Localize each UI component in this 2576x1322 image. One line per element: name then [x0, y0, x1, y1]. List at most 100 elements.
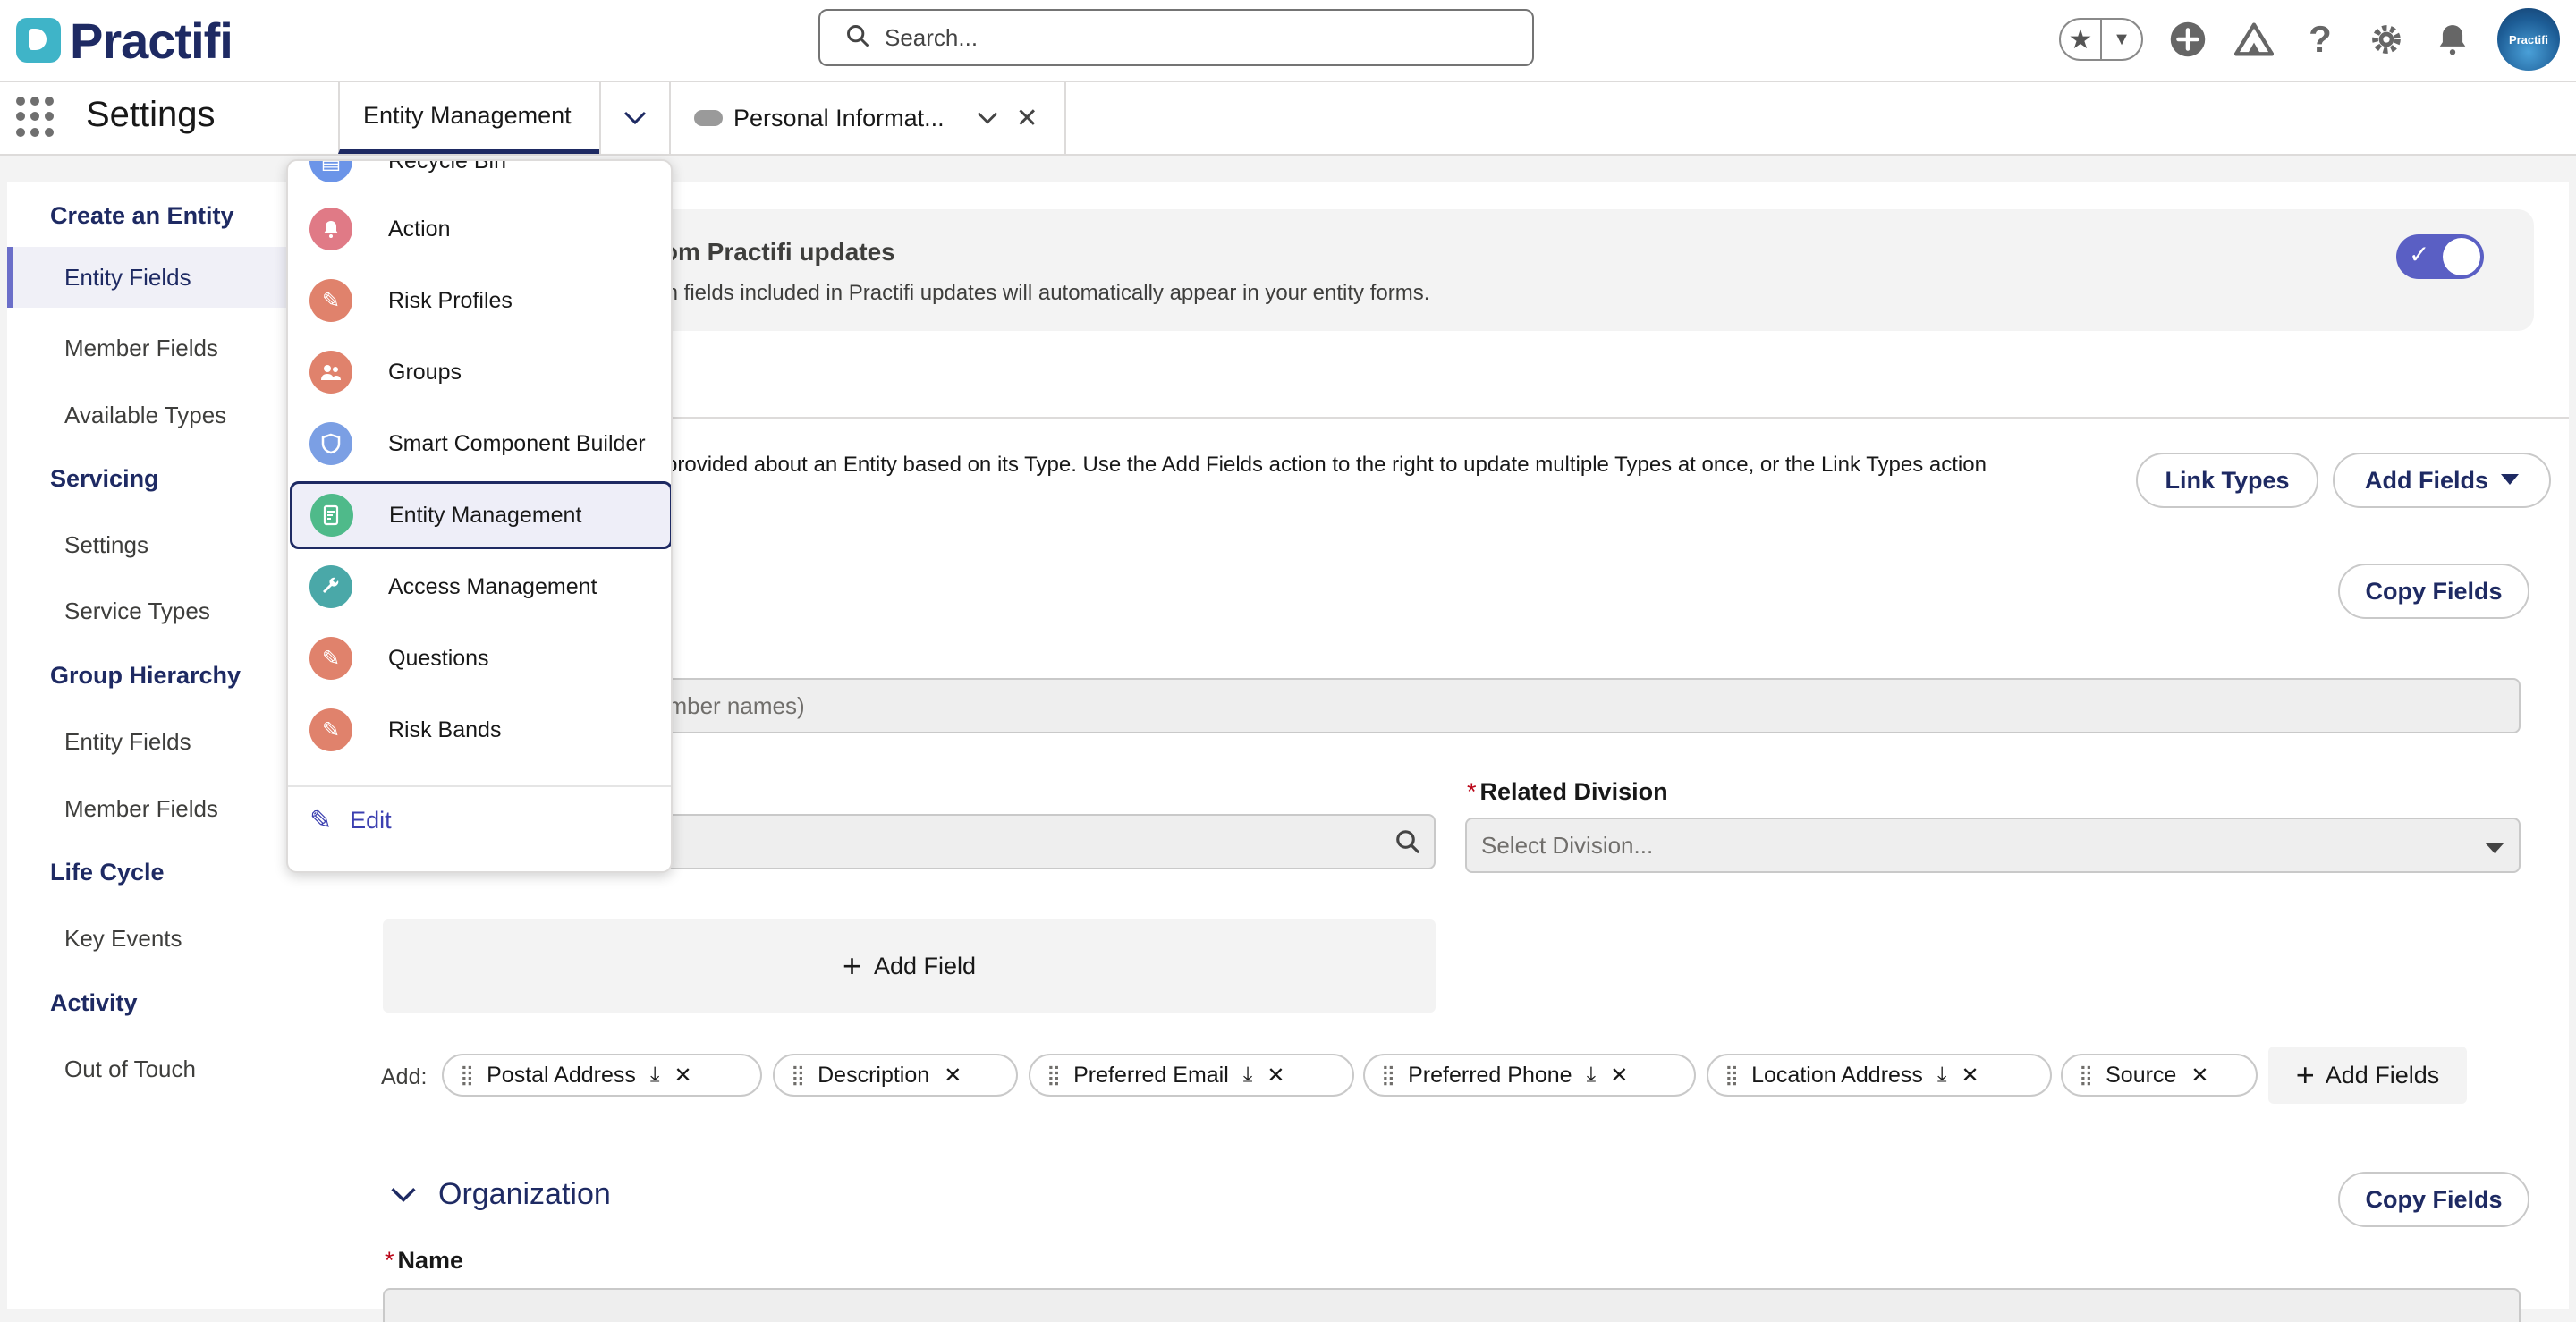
name-field[interactable]: ember names)	[383, 678, 2521, 733]
menu-item-access-management[interactable]: Access Management	[288, 553, 671, 621]
menu-item-label: Entity Management	[389, 502, 582, 528]
favorites-group[interactable]: ★ ▼	[2059, 18, 2143, 61]
tab-personal-information[interactable]: Personal Informat... ✕	[673, 82, 1066, 154]
gear-icon[interactable]	[2365, 18, 2408, 61]
plus-icon: +	[842, 947, 861, 984]
menu-item-entity-management[interactable]: Entity Management	[290, 481, 671, 549]
tab-entity-management[interactable]: Entity Management	[338, 82, 599, 154]
download-icon[interactable]: ⤓	[650, 1063, 660, 1088]
menu-item-label: Groups	[388, 359, 462, 385]
nav-item-available-types[interactable]: Available Types	[64, 402, 226, 429]
field-pill-postal-address[interactable]: ⣿ Postal Address ⤓ ✕	[442, 1054, 762, 1097]
nav-section-servicing: Servicing	[50, 465, 159, 492]
drag-handle-icon[interactable]: ⣿	[2079, 1064, 2093, 1087]
close-icon[interactable]: ✕	[674, 1063, 692, 1089]
menu-edit-button[interactable]: ✎ Edit	[309, 805, 392, 836]
organization-title: Organization	[438, 1177, 611, 1211]
nav-item-out-of-touch[interactable]: Out of Touch	[64, 1055, 196, 1083]
global-search[interactable]	[818, 9, 1534, 66]
nav-item-key-events[interactable]: Key Events	[64, 925, 182, 953]
field-pill-preferred-email[interactable]: ⣿ Preferred Email ⤓ ✕	[1029, 1054, 1354, 1097]
practifi-logo[interactable]: Practifi	[16, 11, 233, 70]
related-division-select[interactable]: Select Division...	[1465, 818, 2521, 873]
search-input[interactable]	[885, 23, 1511, 52]
menu-item-label: Access Management	[388, 573, 597, 599]
nav-section-group-hierarchy: Group Hierarchy	[50, 662, 242, 689]
close-icon[interactable]: ✕	[1016, 103, 1038, 134]
chevron-down-icon[interactable]	[977, 111, 998, 125]
pill-label: Preferred Phone	[1408, 1062, 1572, 1088]
toggle-knob	[2443, 238, 2480, 275]
app-launcher-icon[interactable]	[16, 97, 57, 138]
field-pill-source[interactable]: ⣿ Source ✕	[2061, 1054, 2258, 1097]
menu-item-recycle-bin[interactable]: ▤ Recycle Bin	[288, 161, 671, 195]
help-icon[interactable]: ?	[2299, 18, 2342, 61]
tab-menu-toggle[interactable]	[599, 82, 671, 154]
updates-toggle[interactable]: ✓	[2396, 234, 2484, 279]
bell-icon	[309, 208, 352, 250]
close-icon[interactable]: ✕	[1610, 1063, 1628, 1089]
app-name: Settings	[86, 95, 216, 134]
field-pill-location-address[interactable]: ⣿ Location Address ⤓ ✕	[1707, 1054, 2052, 1097]
avatar[interactable]: Practifi	[2497, 8, 2560, 71]
drag-handle-icon[interactable]: ⣿	[460, 1064, 474, 1087]
field-pill-preferred-phone[interactable]: ⣿ Preferred Phone ⤓ ✕	[1363, 1054, 1696, 1097]
drag-handle-icon[interactable]: ⣿	[1046, 1064, 1061, 1087]
drag-handle-icon[interactable]: ⣿	[1724, 1064, 1739, 1087]
nav-item-group-member-fields[interactable]: Member Fields	[64, 795, 218, 823]
add-icon[interactable]	[2166, 18, 2209, 61]
updates-card-description: rm fields included in Practifi updates w…	[653, 281, 1430, 305]
main-content: rom Practifi updates rm fields included …	[381, 182, 2569, 1322]
close-icon[interactable]: ✕	[1267, 1063, 1284, 1089]
copy-fields-button[interactable]: Copy Fields	[2338, 564, 2529, 619]
download-icon[interactable]: ⤓	[1243, 1063, 1253, 1088]
organization-section-header[interactable]: Organization	[390, 1177, 611, 1212]
wrench-icon	[309, 565, 352, 608]
drag-handle-icon[interactable]: ⣿	[791, 1064, 805, 1087]
nav-section-life-cycle: Life Cycle	[50, 859, 165, 886]
link-types-button[interactable]: Link Types	[2136, 453, 2318, 508]
nav-item-group-entity-fields[interactable]: Entity Fields	[64, 728, 191, 756]
close-icon[interactable]: ✕	[1962, 1063, 1979, 1089]
menu-item-questions[interactable]: ✎ Questions	[288, 624, 671, 692]
pill-label: Postal Address	[487, 1062, 636, 1088]
nav-section-activity: Activity	[50, 989, 138, 1016]
menu-item-action[interactable]: Action	[288, 195, 671, 263]
menu-item-label: Questions	[388, 645, 489, 671]
menu-divider	[288, 785, 671, 787]
add-field-button[interactable]: + Add Field	[383, 919, 1436, 1013]
drag-handle-icon[interactable]: ⣿	[1381, 1064, 1395, 1087]
close-icon[interactable]: ✕	[944, 1063, 962, 1089]
nav-item-settings[interactable]: Settings	[64, 531, 148, 559]
download-icon[interactable]: ⤓	[1587, 1063, 1597, 1088]
updates-card: rom Practifi updates rm fields included …	[383, 209, 2534, 331]
close-icon[interactable]: ✕	[2190, 1063, 2208, 1089]
menu-item-groups[interactable]: Groups	[288, 338, 671, 406]
favorites-dropdown-icon[interactable]: ▼	[2102, 30, 2141, 50]
tab-label: Personal Informat...	[733, 104, 945, 131]
menu-item-risk-bands[interactable]: ✎ Risk Bands	[288, 696, 671, 764]
avatar-text: Practifi	[2508, 32, 2549, 47]
shield-icon	[309, 422, 352, 465]
pill-label: Location Address	[1751, 1062, 1923, 1088]
plus-icon: +	[2295, 1056, 2315, 1093]
nav-section-create-entity: Create an Entity	[50, 202, 234, 229]
org-name-input[interactable]	[383, 1288, 2521, 1322]
pill-label: Source	[2106, 1062, 2177, 1088]
bell-icon[interactable]	[2431, 18, 2474, 61]
menu-item-label: Risk Bands	[388, 716, 502, 742]
description-line: e provided about an Entity based on its …	[648, 453, 1987, 477]
groups-icon	[309, 351, 352, 394]
menu-item-risk-profiles[interactable]: ✎ Risk Profiles	[288, 267, 671, 335]
trailhead-icon[interactable]	[2233, 18, 2275, 61]
add-fields-button[interactable]: Add Fields	[2333, 453, 2551, 508]
star-icon[interactable]: ★	[2061, 20, 2102, 59]
field-pill-description[interactable]: ⣿ Description ✕	[773, 1054, 1018, 1097]
org-copy-fields-button[interactable]: Copy Fields	[2338, 1172, 2529, 1227]
updates-card-title: rom Practifi updates	[653, 238, 895, 266]
download-icon[interactable]: ⤓	[1937, 1063, 1947, 1088]
menu-item-smart-component-builder[interactable]: Smart Component Builder	[288, 410, 671, 478]
nav-item-service-types[interactable]: Service Types	[64, 597, 210, 625]
add-fields-inline-button[interactable]: + Add Fields	[2268, 1047, 2467, 1104]
nav-item-member-fields[interactable]: Member Fields	[64, 335, 218, 362]
